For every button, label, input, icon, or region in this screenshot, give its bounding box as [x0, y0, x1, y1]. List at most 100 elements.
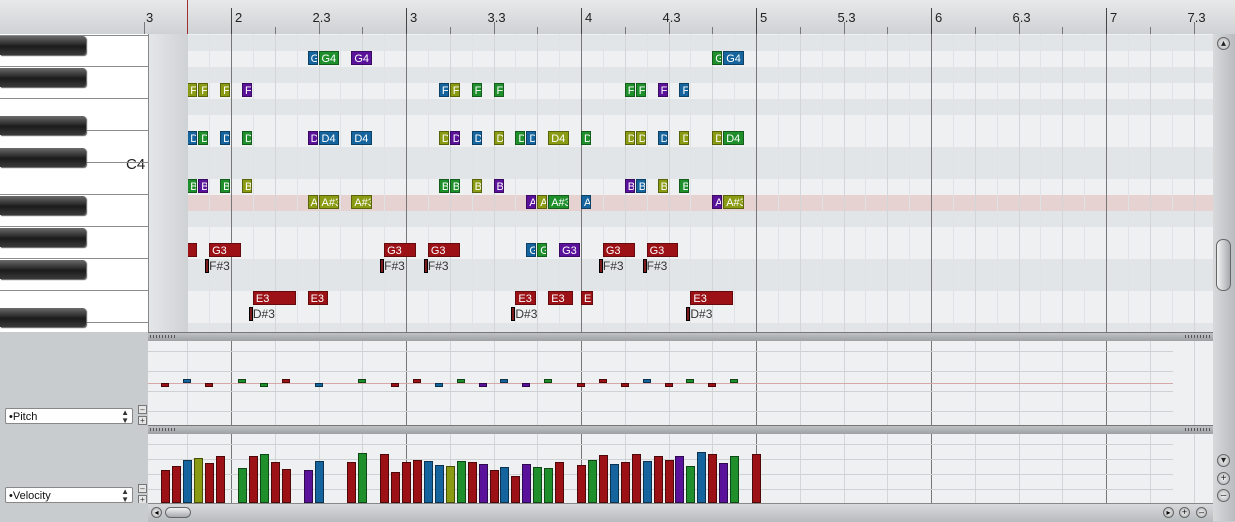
note-e3[interactable]: E3 [690, 291, 734, 305]
note-g3[interactable]: G3 [602, 243, 635, 257]
note-d4[interactable]: D4 [198, 131, 209, 145]
note-d4[interactable]: D4 [318, 131, 340, 145]
note-f4[interactable]: F4 [188, 83, 198, 97]
note-f4[interactable]: F4 [198, 83, 209, 97]
velocity-bar[interactable] [358, 453, 368, 503]
velocity-bar[interactable] [412, 460, 422, 503]
scroll-down-icon[interactable]: ▾ [1217, 454, 1230, 467]
pitch-bar[interactable] [183, 379, 192, 383]
note-d4[interactable]: D4 [679, 131, 690, 145]
velocity-bar[interactable] [248, 456, 258, 503]
note-asharp3[interactable]: A#3 [307, 195, 318, 209]
velocity-bar[interactable] [609, 464, 619, 503]
note-g4[interactable]: G4 [712, 51, 723, 65]
piano-roll-grid[interactable]: G4G4G4G4G4F4F4F4F4F4F4F4F4F4F4F4F4D4D4D4… [188, 34, 1213, 332]
note-b3[interactable]: B3 [635, 179, 646, 193]
note-e3[interactable]: E3 [515, 291, 537, 305]
note-d4[interactable]: D4 [241, 131, 252, 145]
pitch-bar[interactable] [358, 379, 367, 383]
pitch-bar[interactable] [314, 383, 323, 387]
note-d4[interactable]: D4 [515, 131, 526, 145]
velocity-bar[interactable] [216, 456, 226, 503]
splitter-grip-left[interactable] [150, 335, 176, 338]
velocity-bar[interactable] [237, 468, 247, 503]
pitch-bar[interactable] [544, 379, 553, 383]
velocity-bar[interactable] [270, 462, 280, 503]
velocity-bar[interactable] [259, 454, 269, 503]
horizontal-scrollbar[interactable]: ◂ ▸ + – [148, 503, 1213, 522]
note-d4[interactable]: D4 [526, 131, 537, 145]
velocity-bar[interactable] [577, 465, 586, 503]
pitch-lane-selector[interactable]: •Pitch ▲ ▼ [5, 408, 133, 425]
note-b3[interactable]: B3 [657, 179, 668, 193]
vertical-scrollbar[interactable]: ▴ ▾ + – [1213, 34, 1235, 521]
velocity-bar[interactable] [555, 462, 565, 503]
note-asharp3[interactable]: A#3 [548, 195, 570, 209]
velocity-bar[interactable] [402, 462, 411, 503]
note-g4[interactable]: G4 [318, 51, 340, 65]
velocity-bar[interactable] [686, 466, 696, 503]
pitch-bar[interactable] [161, 383, 170, 387]
note-d4[interactable]: D4 [220, 131, 231, 145]
note-g3[interactable]: G3 [209, 243, 241, 257]
scroll-up-icon[interactable]: ▴ [1217, 37, 1230, 50]
pitch-bar[interactable] [456, 379, 465, 383]
velocity-bar[interactable] [752, 454, 761, 503]
splitter-grip-left[interactable] [150, 428, 176, 431]
velocity-bar[interactable] [653, 456, 663, 503]
note-d4[interactable]: D4 [471, 131, 482, 145]
velocity-bar[interactable] [303, 470, 313, 503]
pitch-bar[interactable] [434, 383, 443, 387]
pitch-bar[interactable] [708, 383, 717, 387]
note-b3[interactable]: B3 [624, 179, 635, 193]
zoom-in-icon[interactable]: + [1217, 472, 1230, 485]
black-key[interactable] [0, 68, 86, 87]
note-g3[interactable]: G3 [427, 243, 460, 257]
note-f4[interactable]: F4 [449, 83, 460, 97]
pitch-bend-lane[interactable] [148, 341, 1213, 426]
velocity-lane-selector[interactable]: •Velocity ▲ ▼ [5, 487, 133, 504]
velocity-bar[interactable] [489, 470, 499, 503]
velocity-bar[interactable] [664, 460, 674, 503]
velocity-bar[interactable] [205, 463, 215, 503]
note-b3[interactable]: B3 [493, 179, 504, 193]
velocity-bar[interactable] [533, 467, 543, 503]
pitch-bar[interactable] [620, 383, 629, 387]
velocity-bar[interactable] [434, 465, 444, 503]
note-e3[interactable]: E3 [548, 291, 574, 305]
velocity-bar[interactable] [587, 460, 597, 503]
note-f4[interactable]: F4 [624, 83, 635, 97]
zoom-out-icon[interactable]: – [1217, 489, 1230, 502]
note-f4[interactable]: F4 [493, 83, 504, 97]
note-d4[interactable]: D4 [657, 131, 668, 145]
velocity-bar[interactable] [183, 460, 193, 503]
note-d4[interactable]: D4 [624, 131, 635, 145]
pitch-bar[interactable] [412, 379, 421, 383]
velocity-bar[interactable] [456, 461, 466, 503]
note-asharp3[interactable]: A#3 [318, 195, 340, 209]
splitter-grip-right[interactable] [1185, 428, 1211, 431]
note-b3[interactable]: B3 [198, 179, 209, 193]
note-g3[interactable]: G3 [537, 243, 548, 257]
black-key[interactable] [0, 196, 86, 215]
pitch-bar[interactable] [205, 383, 214, 387]
note-f4[interactable]: F4 [679, 83, 690, 97]
black-key[interactable] [0, 260, 86, 279]
velocity-bar[interactable] [314, 461, 324, 503]
velocity-bar[interactable] [161, 470, 171, 503]
velocity-lane[interactable] [148, 434, 1213, 503]
note-d4[interactable]: D4 [712, 131, 723, 145]
velocity-bar[interactable] [467, 462, 477, 503]
note-g3[interactable]: G3 [526, 243, 537, 257]
pitch-bar[interactable] [478, 383, 487, 387]
note-b3[interactable]: B3 [220, 179, 231, 193]
piano-keyboard[interactable]: C4 [0, 34, 149, 332]
note-asharp3[interactable]: A#3 [723, 195, 745, 209]
note-g3[interactable]: G3 [559, 243, 580, 257]
note-b3[interactable]: B3 [241, 179, 252, 193]
note-f4[interactable]: F4 [438, 83, 449, 97]
velocity-bar[interactable] [347, 462, 357, 503]
note-asharp3[interactable]: A#3 [351, 195, 373, 209]
black-key[interactable] [0, 116, 86, 135]
velocity-bar[interactable] [642, 461, 652, 503]
